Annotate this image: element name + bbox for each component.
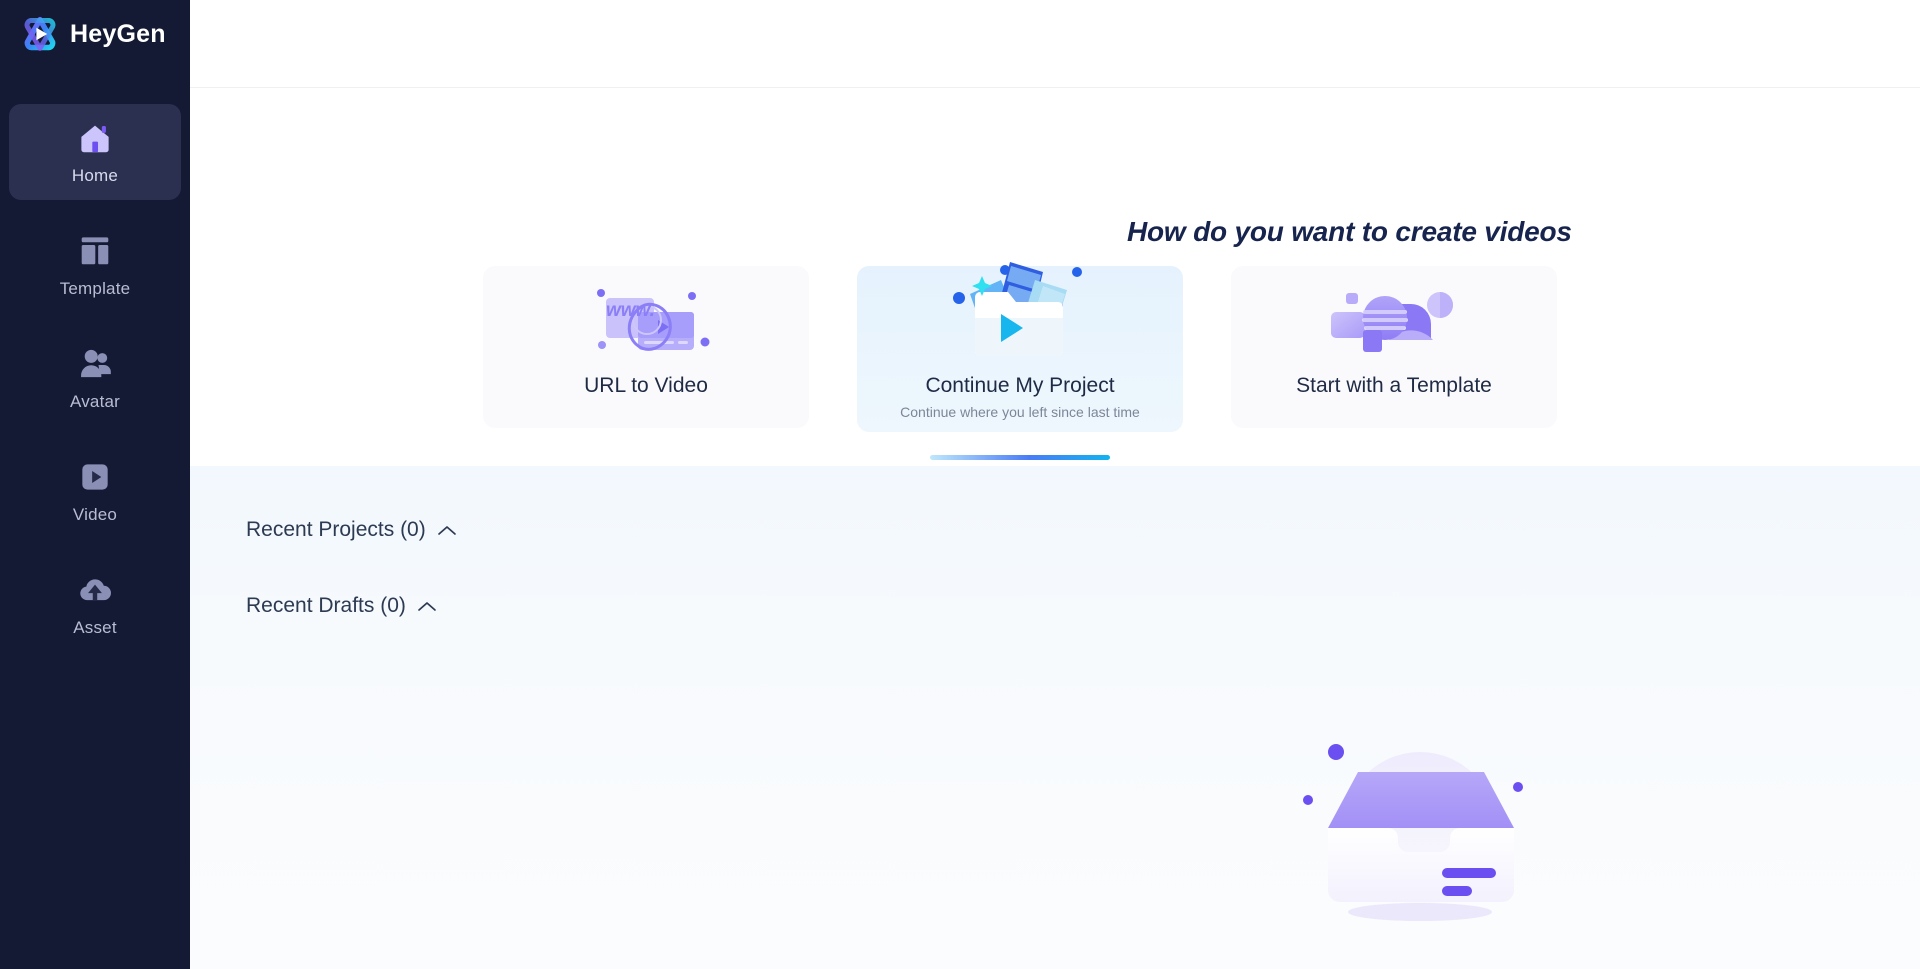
video-play-icon (76, 458, 114, 496)
template-shapes-illustration (1231, 282, 1557, 364)
sidebar-item-template[interactable]: Template (9, 217, 181, 313)
brand-logo[interactable]: HeyGen (0, 0, 190, 68)
folder-project-illustration (857, 262, 1183, 364)
url-to-video-illustration: www. (483, 282, 809, 364)
empty-tray-illustration (1292, 724, 1540, 934)
sidebar: HeyGen Home Template Avatar Video Asset (0, 0, 190, 969)
heygen-play-logo-icon (22, 16, 58, 52)
avatar-people-icon (76, 345, 114, 383)
active-card-underline (930, 455, 1110, 460)
sidebar-item-video[interactable]: Video (9, 443, 181, 539)
main-content: How do you want to create videos www. UR… (190, 0, 1920, 969)
sidebar-item-avatar[interactable]: Avatar (9, 330, 181, 426)
chevron-up-icon[interactable] (437, 524, 457, 537)
sidebar-item-asset[interactable]: Asset (9, 556, 181, 652)
card-label: URL to Video (584, 374, 708, 397)
card-label: Start with a Template (1296, 374, 1492, 397)
sidebar-item-home[interactable]: Home (9, 104, 181, 200)
sidebar-item-label: Video (72, 504, 118, 524)
sidebar-item-label: Asset (73, 617, 117, 637)
chevron-up-icon[interactable] (417, 600, 437, 613)
card-continue-my-project[interactable]: Continue My Project Continue where you l… (857, 262, 1183, 460)
sidebar-nav: Home Template Avatar Video Asset (0, 104, 190, 652)
brand-name: HeyGen (70, 19, 166, 48)
recent-drafts-title: Recent Drafts (0) (246, 594, 406, 617)
sidebar-item-label: Template (59, 278, 131, 298)
recent-drafts-header[interactable]: Recent Drafts (0) (190, 542, 437, 618)
template-icon (76, 232, 114, 270)
recent-projects-header[interactable]: Recent Projects (0) (190, 466, 457, 542)
sidebar-item-label: Home (71, 165, 119, 185)
create-video-section: How do you want to create videos www. UR… (190, 88, 1920, 466)
card-subtitle: Continue where you left since last time (900, 404, 1140, 420)
cloud-upload-icon (76, 571, 114, 609)
page-title: How do you want to create videos (1127, 216, 1572, 247)
recent-projects-title: Recent Projects (0) (246, 518, 426, 541)
home-icon (76, 119, 114, 157)
card-url-to-video[interactable]: www. URL to Video (483, 266, 809, 428)
svg-text:www.: www. (606, 300, 655, 321)
sidebar-item-label: Avatar (69, 391, 121, 411)
top-bar (190, 0, 1920, 88)
create-options: www. URL to Video Continue My Project Co… (483, 262, 1557, 460)
recent-section: Recent Projects (0) Recent Drafts (0) (190, 466, 1920, 969)
card-start-with-template[interactable]: Start with a Template (1231, 266, 1557, 428)
card-label: Continue My Project (925, 374, 1115, 397)
